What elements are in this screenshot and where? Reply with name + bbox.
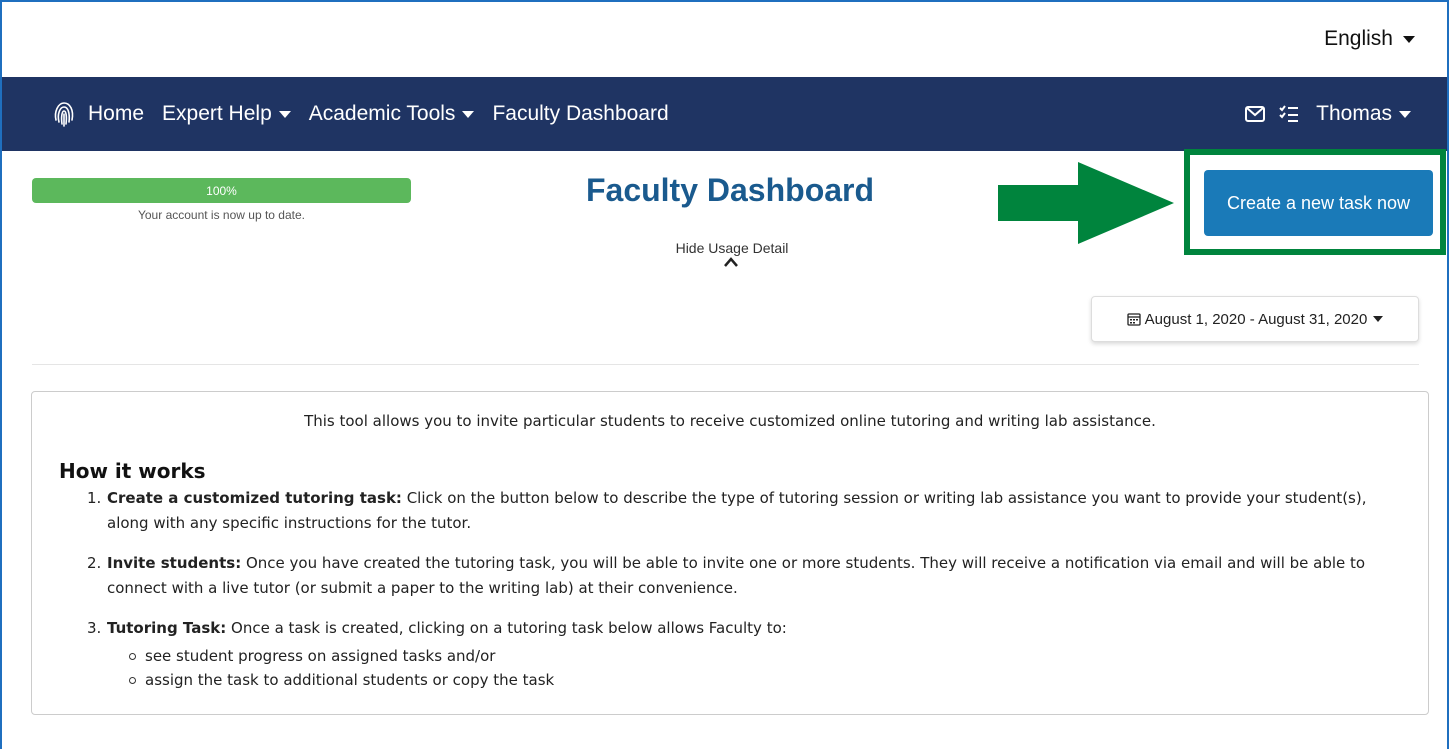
step-heading: Invite students: xyxy=(107,554,242,572)
step-text: Once a task is created, clicking on a tu… xyxy=(226,619,787,637)
step-text: Once you have created the tutoring task,… xyxy=(107,554,1366,597)
nav-item-label: Home xyxy=(88,102,145,125)
how-it-works-title: How it works xyxy=(59,459,206,483)
step-number: 2. xyxy=(87,554,102,572)
account-progress: 100% Your account is now up to date. xyxy=(32,178,411,222)
envelope-icon[interactable] xyxy=(1244,103,1266,125)
calendar-icon xyxy=(1127,313,1141,326)
info-panel: This tool allows you to invite particula… xyxy=(31,391,1429,715)
nav-item-label: Academic Tools xyxy=(308,102,456,125)
nav-item-expert-help[interactable]: Expert Help xyxy=(162,102,291,126)
nav-item-home[interactable]: Home xyxy=(88,102,144,126)
list-item: 2. Invite students: Once you have create… xyxy=(87,551,1407,601)
nav-item-faculty-dashboard[interactable]: Faculty Dashboard xyxy=(492,102,668,126)
sub-list: see student progress on assigned tasks a… xyxy=(127,644,1407,692)
user-name: Thomas xyxy=(1316,102,1392,125)
step-body: Create a customized tutoring task: Click… xyxy=(107,486,1407,536)
language-label: English xyxy=(1324,27,1393,50)
date-range-picker[interactable]: August 1, 2020 - August 31, 2020 xyxy=(1091,296,1419,342)
sub-list-item: see student progress on assigned tasks a… xyxy=(127,644,1407,668)
caret-down-icon xyxy=(1373,316,1384,322)
language-dropdown[interactable]: English xyxy=(1324,27,1415,51)
date-range-label: August 1, 2020 - August 31, 2020 xyxy=(1144,310,1368,328)
progress-bar: 100% xyxy=(32,178,411,203)
language-bar: English xyxy=(0,0,1449,77)
step-heading: Create a customized tutoring task: xyxy=(107,489,402,507)
main-navbar: Home Expert Help Academic Tools Faculty … xyxy=(2,77,1447,151)
checklist-icon[interactable] xyxy=(1278,103,1300,125)
step-number: 3. xyxy=(87,619,102,637)
step-number: 1. xyxy=(87,489,102,507)
steps-list: 1. Create a customized tutoring task: Cl… xyxy=(87,486,1407,692)
sub-item-text: assign the task to additional students o… xyxy=(145,671,555,689)
caret-down-icon xyxy=(462,110,475,118)
caret-down-icon xyxy=(278,110,291,118)
nav-right: Thomas xyxy=(1244,77,1411,151)
chevron-up-icon[interactable] xyxy=(723,256,739,268)
hide-usage-toggle[interactable]: Hide Usage Detail xyxy=(632,240,832,256)
create-new-task-button[interactable]: Create a new task now xyxy=(1204,170,1433,236)
sub-item-text: see student progress on assigned tasks a… xyxy=(145,647,496,665)
step-heading: Tutoring Task: xyxy=(107,619,227,637)
arrow-right-icon xyxy=(998,162,1174,244)
nav-item-label: Expert Help xyxy=(162,102,272,125)
list-item: 3. Tutoring Task: Once a task is created… xyxy=(87,616,1407,692)
progress-text: Your account is now up to date. xyxy=(137,208,305,222)
user-menu[interactable]: Thomas xyxy=(1316,102,1411,126)
divider xyxy=(32,364,1419,365)
fingerprint-logo-icon[interactable] xyxy=(52,100,76,128)
sub-list-item: assign the task to additional students o… xyxy=(127,668,1407,692)
bullet-icon xyxy=(129,652,136,660)
intro-text: This tool allows you to invite particula… xyxy=(304,412,1156,430)
step-body: Invite students: Once you have created t… xyxy=(107,551,1407,601)
bullet-icon xyxy=(129,676,136,684)
step-body: Tutoring Task: Once a task is created, c… xyxy=(107,616,1407,692)
nav-item-academic-tools[interactable]: Academic Tools xyxy=(309,102,475,126)
progress-label: 100% xyxy=(206,183,237,198)
caret-down-icon xyxy=(1403,35,1415,43)
list-item: 1. Create a customized tutoring task: Cl… xyxy=(87,486,1407,536)
nav-menu: Home Expert Help Academic Tools Faculty … xyxy=(88,102,687,126)
progress-fill: 100% xyxy=(32,178,411,203)
caret-down-icon xyxy=(1399,110,1411,118)
page-title: Faculty Dashboard xyxy=(585,172,875,208)
nav-item-label: Faculty Dashboard xyxy=(492,102,669,125)
